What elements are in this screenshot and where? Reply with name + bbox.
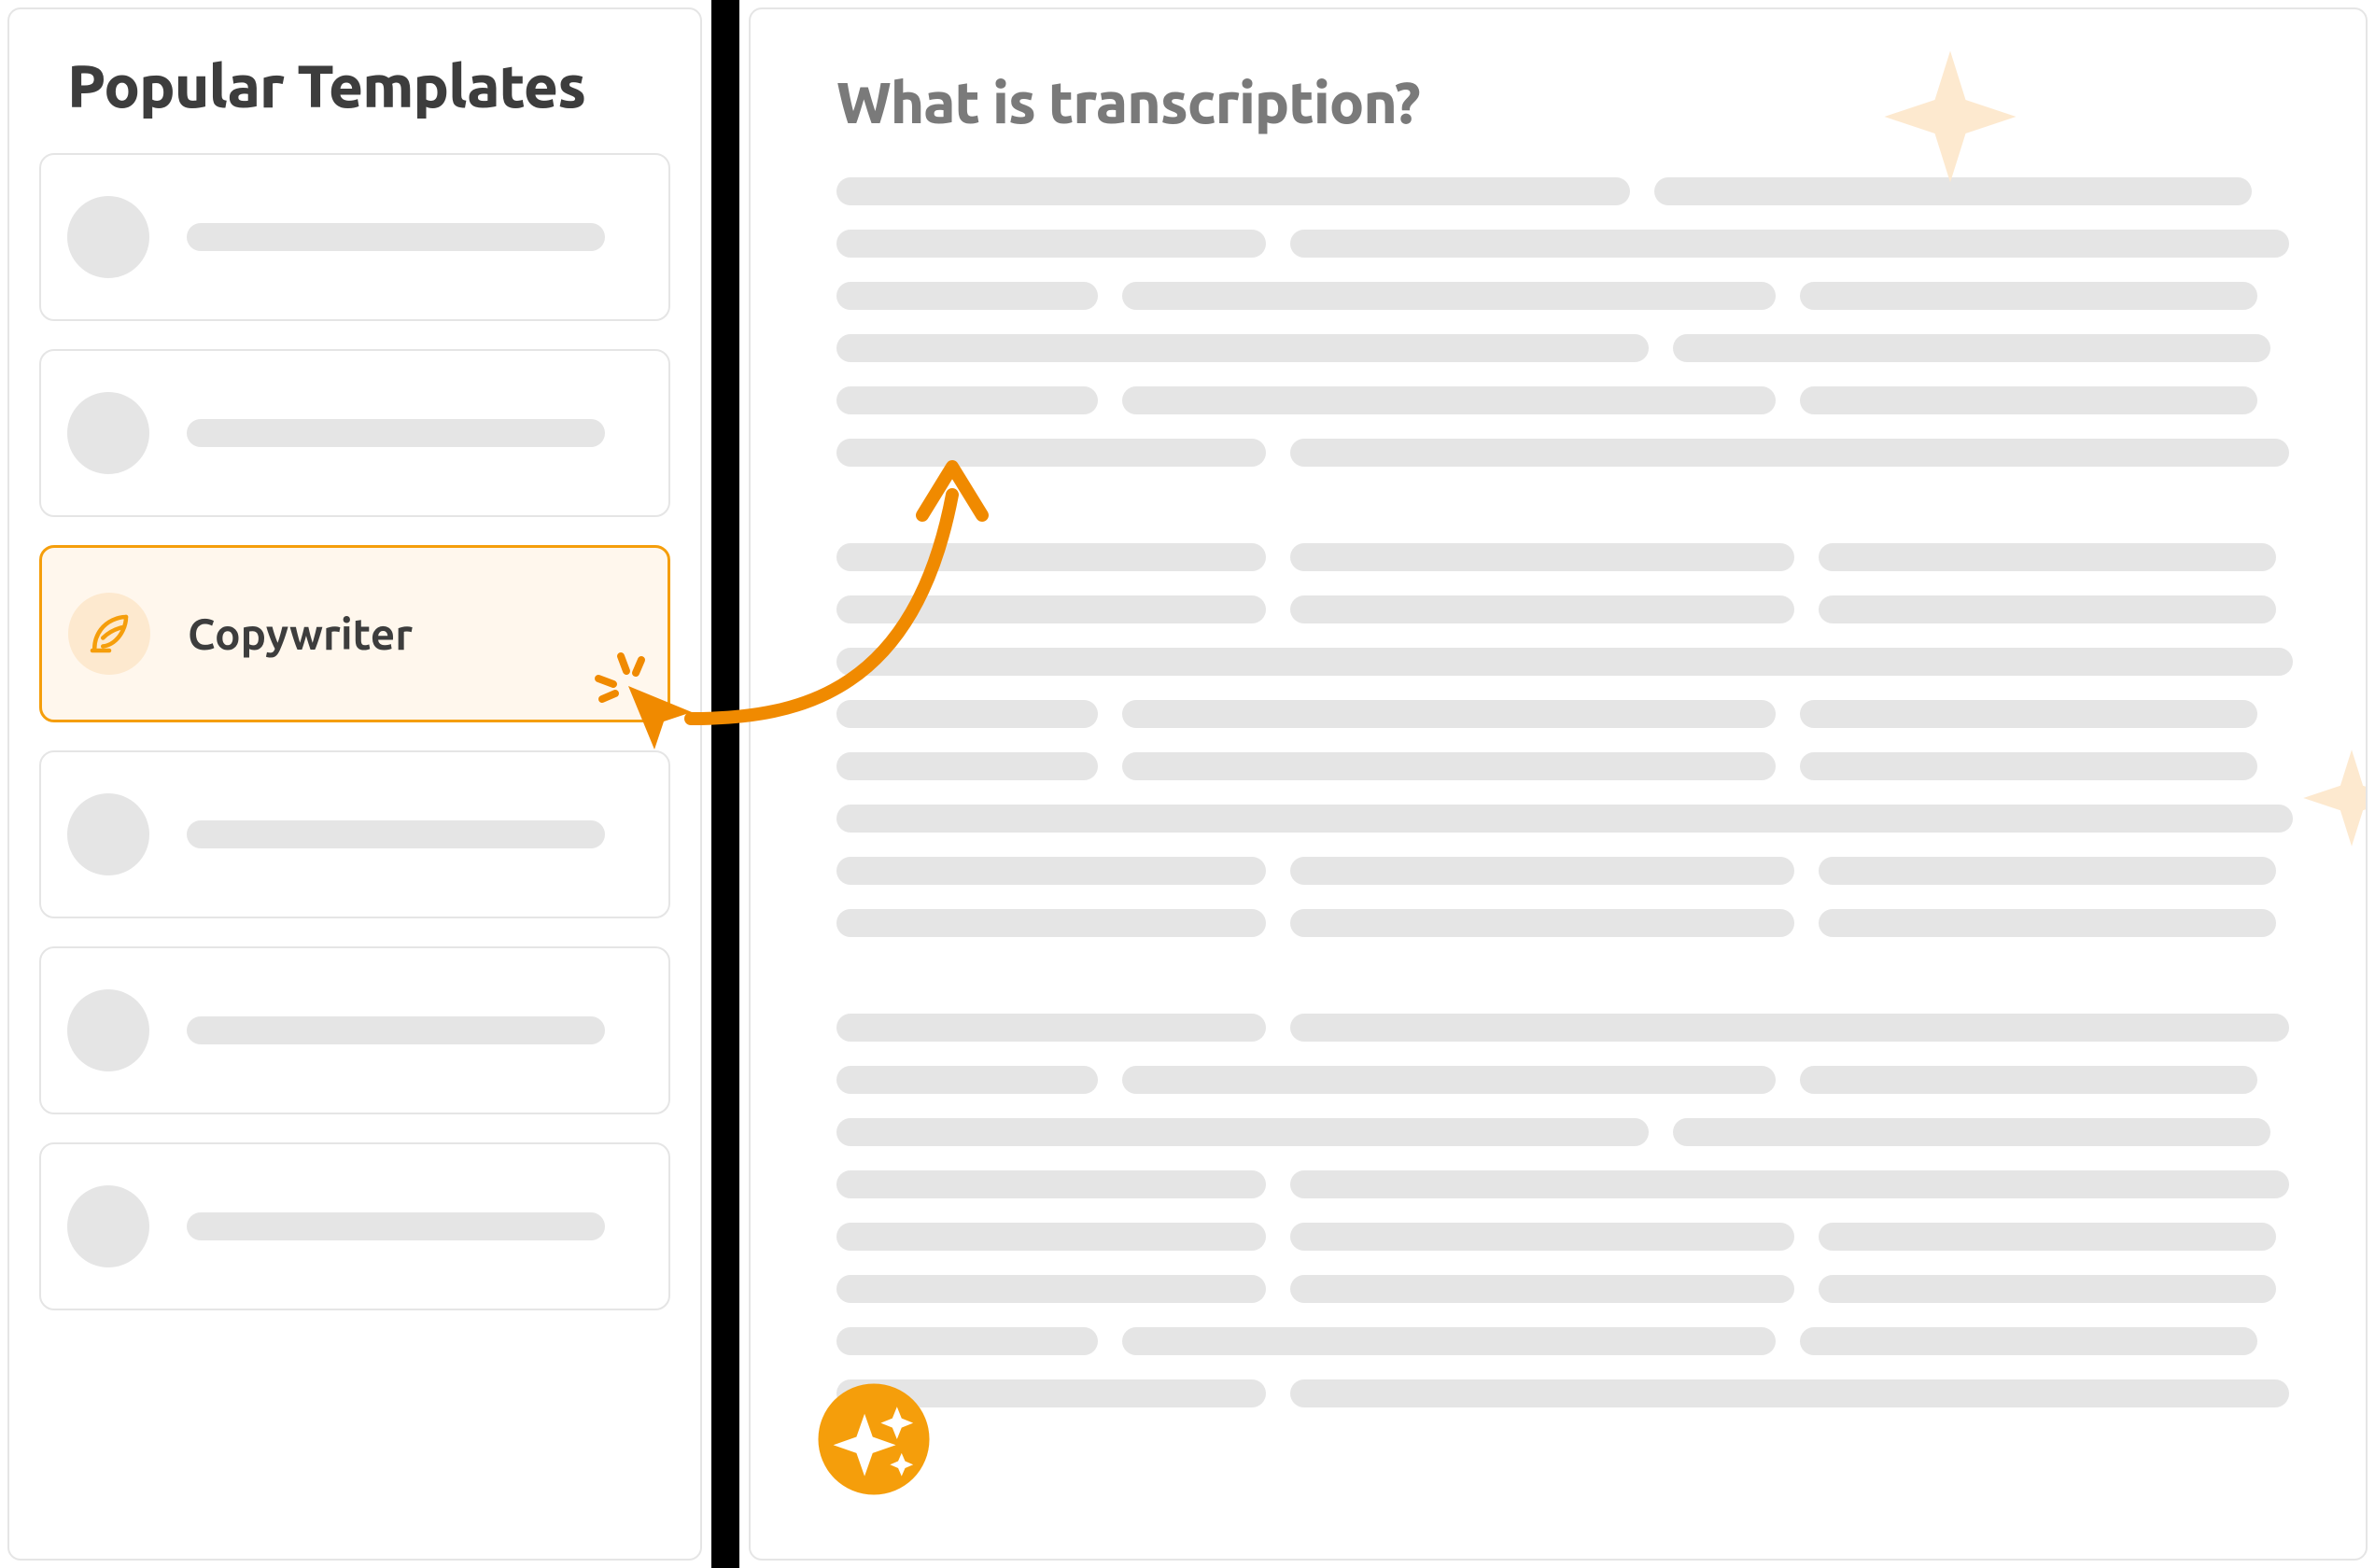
text-placeholder xyxy=(1800,1066,2257,1094)
text-placeholder xyxy=(1290,1275,1794,1303)
template-avatar-placeholder xyxy=(67,392,149,474)
click-cursor-icon xyxy=(589,647,701,763)
text-placeholder xyxy=(1290,439,2289,467)
text-placeholder xyxy=(836,282,1098,310)
template-list: Copywriter xyxy=(39,153,670,1310)
vertical-divider xyxy=(711,0,739,1568)
main-panel: What is transcription? xyxy=(749,7,2368,1561)
main-title: What is transcription? xyxy=(836,69,2366,134)
template-card[interactable] xyxy=(39,946,670,1114)
paragraph-break xyxy=(836,961,2310,989)
template-card[interactable] xyxy=(39,750,670,918)
text-placeholder xyxy=(1819,909,2276,937)
template-card[interactable] xyxy=(39,153,670,321)
text-placeholder xyxy=(1290,1379,2289,1407)
text-placeholder xyxy=(836,439,1266,467)
text-placeholder xyxy=(1290,543,1794,571)
text-placeholder xyxy=(1800,700,2257,728)
template-avatar xyxy=(68,593,150,675)
template-label-placeholder xyxy=(187,419,605,447)
ai-sparkle-badge-icon xyxy=(816,1381,932,1497)
template-label-placeholder xyxy=(187,820,605,848)
text-placeholder xyxy=(1122,700,1776,728)
template-label-placeholder xyxy=(187,223,605,251)
text-placeholder xyxy=(836,1014,1266,1042)
sparkle-star-icon xyxy=(2300,747,2368,849)
text-placeholder xyxy=(836,1118,1649,1146)
paragraph-break xyxy=(836,491,2310,519)
text-placeholder xyxy=(1819,543,2276,571)
text-placeholder xyxy=(836,1327,1098,1355)
text-placeholder xyxy=(1673,334,2270,362)
sidebar-title: Popular Templates xyxy=(67,52,670,119)
text-placeholder xyxy=(1122,386,1776,414)
text-placeholder xyxy=(1290,1170,2289,1198)
text-placeholder xyxy=(1290,909,1794,937)
text-placeholder xyxy=(1290,1014,2289,1042)
text-placeholder xyxy=(1290,857,1794,885)
text-placeholder xyxy=(1290,595,1794,623)
text-placeholder xyxy=(836,230,1266,258)
text-placeholder xyxy=(1819,1275,2276,1303)
template-avatar-placeholder xyxy=(67,196,149,278)
text-placeholder xyxy=(836,909,1266,937)
text-placeholder xyxy=(836,1223,1266,1251)
text-placeholder xyxy=(836,752,1098,780)
text-placeholder xyxy=(1819,595,2276,623)
template-avatar-placeholder xyxy=(67,793,149,875)
text-placeholder xyxy=(836,1170,1266,1198)
text-placeholder xyxy=(1800,752,2257,780)
text-placeholder xyxy=(1819,1223,2276,1251)
text-placeholder xyxy=(836,857,1266,885)
text-placeholder xyxy=(1122,282,1776,310)
template-avatar-placeholder xyxy=(67,1185,149,1267)
template-avatar-placeholder xyxy=(67,989,149,1071)
template-label-placeholder xyxy=(187,1212,605,1240)
sidebar-panel: Popular Templates Cop xyxy=(7,7,702,1561)
text-placeholder xyxy=(1122,1327,1776,1355)
text-placeholder xyxy=(1800,386,2257,414)
text-placeholder xyxy=(836,386,1098,414)
text-placeholder xyxy=(1290,1223,1794,1251)
text-placeholder xyxy=(836,1066,1098,1094)
template-card[interactable] xyxy=(39,349,670,517)
template-card-copywriter[interactable]: Copywriter xyxy=(39,545,670,722)
template-card[interactable] xyxy=(39,1142,670,1310)
text-placeholder xyxy=(836,177,1630,205)
text-placeholder xyxy=(836,805,2293,833)
text-placeholder xyxy=(1290,230,2289,258)
text-placeholder xyxy=(1800,1327,2257,1355)
text-placeholder xyxy=(1122,752,1776,780)
text-placeholder xyxy=(1673,1118,2270,1146)
text-placeholder xyxy=(836,543,1266,571)
text-placeholder xyxy=(1819,857,2276,885)
template-label-placeholder xyxy=(187,1016,605,1044)
text-placeholder xyxy=(836,1275,1266,1303)
text-placeholder xyxy=(1122,1066,1776,1094)
document-body xyxy=(836,177,2310,1407)
text-placeholder xyxy=(836,648,2293,676)
text-placeholder xyxy=(836,700,1098,728)
text-placeholder xyxy=(1800,282,2257,310)
text-placeholder xyxy=(836,334,1649,362)
text-placeholder xyxy=(836,595,1266,623)
feather-icon xyxy=(84,609,134,659)
sparkle-star-icon xyxy=(1880,47,2020,187)
template-label: Copywriter xyxy=(188,609,413,658)
